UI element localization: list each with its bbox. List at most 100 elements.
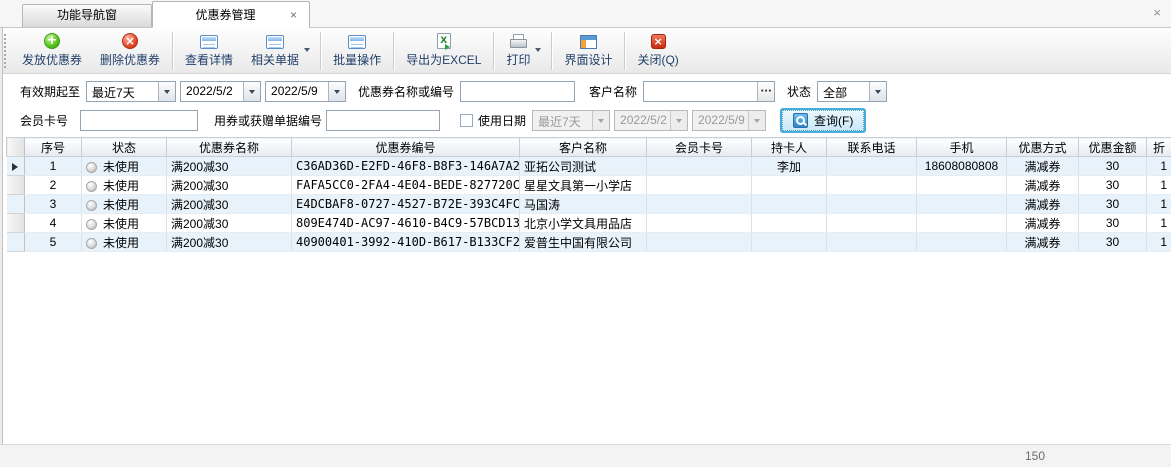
cell-mobile[interactable] [917, 195, 1007, 214]
export-excel-button[interactable]: 导出为EXCEL [397, 30, 490, 72]
cell-discount[interactable]: 1 [1147, 157, 1171, 176]
view-details-button[interactable]: 查看详情 [176, 30, 242, 72]
print-dropdown-arrow-icon[interactable] [535, 48, 541, 55]
cell-member-card[interactable] [647, 233, 752, 252]
window-close-icon[interactable]: × [1153, 6, 1161, 19]
row-selector[interactable] [7, 176, 25, 195]
tab-function-nav[interactable]: 功能导航窗 [22, 4, 152, 27]
cell-amount[interactable]: 30 [1079, 195, 1147, 214]
cell-customer[interactable]: 马国涛 [520, 195, 647, 214]
cell-tel[interactable] [827, 195, 917, 214]
cell-discount[interactable]: 1 [1147, 233, 1171, 252]
query-button[interactable]: 查询(F) [780, 108, 866, 133]
issue-coupon-button[interactable]: 发放优惠券 [13, 30, 91, 72]
cell-method[interactable]: 满减券 [1007, 214, 1079, 233]
cell-holder[interactable] [752, 195, 827, 214]
cell-coupon-code[interactable]: 40900401-3992-410D-B617-B133CF258BD4 [292, 233, 520, 252]
table-row[interactable]: 1 未使用 满200减30 C36AD36D-E2FD-46F8-B8F3-14… [7, 157, 1171, 176]
ui-design-button[interactable]: 界面设计 [555, 30, 621, 72]
left-panel-splitter[interactable] [0, 28, 3, 444]
cell-amount[interactable]: 30 [1079, 214, 1147, 233]
cell-coupon-name[interactable]: 满200减30 [167, 157, 292, 176]
cell-customer[interactable]: 北京小学文具用品店 [520, 214, 647, 233]
print-button[interactable]: 打印 [497, 30, 539, 72]
cell-amount[interactable]: 30 [1079, 176, 1147, 195]
batch-operations-button[interactable]: 批量操作 [324, 30, 390, 72]
cell-status[interactable]: 未使用 [82, 195, 167, 214]
chevron-down-icon[interactable] [243, 82, 260, 101]
date-to-combo[interactable]: 2022/5/9 [265, 81, 346, 102]
cell-method[interactable]: 满减券 [1007, 176, 1079, 195]
cell-amount[interactable]: 30 [1079, 157, 1147, 176]
col-header-coupon-name[interactable]: 优惠券名称 [167, 138, 292, 157]
col-header-no[interactable]: 序号 [25, 138, 82, 157]
related-docs-button[interactable]: 相关单据 [242, 30, 308, 72]
cell-member-card[interactable] [647, 176, 752, 195]
cell-mobile[interactable] [917, 176, 1007, 195]
cell-coupon-code[interactable]: 809E474D-AC97-4610-B4C9-57BCD13E3B07 [292, 214, 520, 233]
cell-method[interactable]: 满减券 [1007, 157, 1079, 176]
date-from-combo[interactable]: 2022/5/2 [180, 81, 261, 102]
cell-holder[interactable] [752, 233, 827, 252]
customer-browse-button[interactable]: ··· [757, 82, 774, 101]
cell-coupon-code[interactable]: E4DCBAF8-0727-4527-B72E-393C4FC98824 [292, 195, 520, 214]
toolbar-grip[interactable] [4, 34, 8, 68]
col-header-status[interactable]: 状态 [82, 138, 167, 157]
cell-method[interactable]: 满减券 [1007, 233, 1079, 252]
col-header-member-card[interactable]: 会员卡号 [647, 138, 752, 157]
cell-no[interactable]: 2 [25, 176, 82, 195]
col-header-tel[interactable]: 联系电话 [827, 138, 917, 157]
cell-tel[interactable] [827, 233, 917, 252]
cell-member-card[interactable] [647, 157, 752, 176]
cell-no[interactable]: 4 [25, 214, 82, 233]
cell-holder[interactable] [752, 176, 827, 195]
cell-discount[interactable]: 1 [1147, 214, 1171, 233]
customer-name-input[interactable] [643, 81, 775, 102]
tab-close-icon[interactable]: × [288, 9, 299, 21]
cell-mobile[interactable]: 18608080808 [917, 157, 1007, 176]
cell-status[interactable]: 未使用 [82, 176, 167, 195]
cell-customer[interactable]: 爱普生中国有限公司 [520, 233, 647, 252]
row-selector[interactable] [7, 233, 25, 252]
row-selector[interactable] [7, 214, 25, 233]
delete-coupon-button[interactable]: 删除优惠券 [91, 30, 169, 72]
status-combo[interactable]: 全部 [817, 81, 887, 102]
coupon-name-input[interactable] [460, 81, 575, 102]
cell-tel[interactable] [827, 157, 917, 176]
col-header-amount[interactable]: 优惠金额 [1079, 138, 1147, 157]
member-card-input[interactable] [80, 110, 198, 131]
cell-coupon-code[interactable]: C36AD36D-E2FD-46F8-B8F3-146A7A2DA9E4 [292, 157, 520, 176]
cell-discount[interactable]: 1 [1147, 176, 1171, 195]
cell-mobile[interactable] [917, 214, 1007, 233]
chevron-down-icon[interactable] [328, 82, 345, 101]
cell-no[interactable]: 1 [25, 157, 82, 176]
use-date-checkbox[interactable] [460, 114, 473, 127]
cell-status[interactable]: 未使用 [82, 214, 167, 233]
period-preset-combo[interactable]: 最近7天 [86, 81, 176, 102]
cell-member-card[interactable] [647, 214, 752, 233]
cell-discount[interactable]: 1 [1147, 195, 1171, 214]
cell-holder[interactable] [752, 214, 827, 233]
chevron-down-icon[interactable] [158, 82, 175, 101]
tab-coupon-management[interactable]: 优惠券管理 × [152, 1, 310, 28]
cell-customer[interactable]: 星星文具第一小学店 [520, 176, 647, 195]
cell-customer[interactable]: 亚拓公司测试 [520, 157, 647, 176]
col-header-coupon-code[interactable]: 优惠券编号 [292, 138, 520, 157]
cell-coupon-name[interactable]: 满200减30 [167, 195, 292, 214]
table-row[interactable]: 4 未使用 满200减30 809E474D-AC97-4610-B4C9-57… [7, 214, 1171, 233]
cell-status[interactable]: 未使用 [82, 157, 167, 176]
col-header-method[interactable]: 优惠方式 [1007, 138, 1079, 157]
table-row[interactable]: 5 未使用 满200减30 40900401-3992-410D-B617-B1… [7, 233, 1171, 252]
col-header-holder[interactable]: 持卡人 [752, 138, 827, 157]
related-docs-dropdown-arrow-icon[interactable] [304, 48, 310, 55]
cell-status[interactable]: 未使用 [82, 233, 167, 252]
row-selector[interactable] [7, 195, 25, 214]
cell-tel[interactable] [827, 214, 917, 233]
col-header-customer[interactable]: 客户名称 [520, 138, 647, 157]
table-row[interactable]: 3 未使用 满200减30 E4DCBAF8-0727-4527-B72E-39… [7, 195, 1171, 214]
cell-member-card[interactable] [647, 195, 752, 214]
cell-coupon-name[interactable]: 满200减30 [167, 233, 292, 252]
row-selector-header[interactable] [7, 138, 25, 157]
cell-method[interactable]: 满减券 [1007, 195, 1079, 214]
cell-coupon-code[interactable]: FAFA5CC0-2FA4-4E04-BEDE-827720CDDF4B [292, 176, 520, 195]
